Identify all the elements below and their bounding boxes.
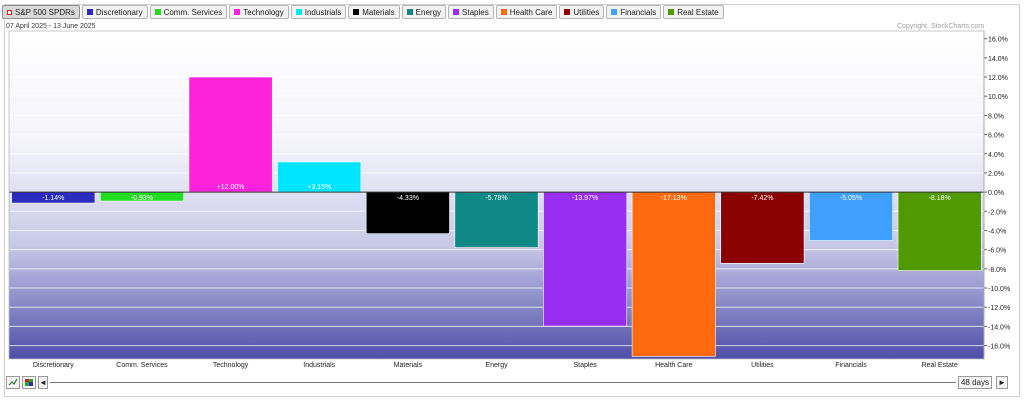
category-label: Utilities bbox=[751, 362, 774, 369]
y-tick-label: -16.0% bbox=[988, 344, 1010, 351]
y-tick-label: 12.0% bbox=[988, 75, 1008, 82]
bar-staples bbox=[543, 191, 628, 327]
scroll-right-button[interactable]: ► bbox=[996, 376, 1008, 389]
y-tick-label: -6.0% bbox=[988, 248, 1006, 255]
y-tick-label: -8.0% bbox=[988, 267, 1006, 274]
scroll-left-button[interactable]: ◄ bbox=[38, 376, 48, 389]
data-label: -4.33% bbox=[397, 195, 419, 202]
category-label: Technology bbox=[213, 362, 249, 369]
bar-technology bbox=[188, 76, 273, 193]
y-tick-label: 10.0% bbox=[988, 94, 1008, 101]
y-tick-label: 16.0% bbox=[988, 37, 1008, 44]
category-label: Industrials bbox=[303, 362, 335, 369]
category-label: Comm. Services bbox=[116, 362, 168, 369]
category-label: Discretionary bbox=[33, 362, 74, 369]
data-label: -0.93% bbox=[131, 195, 153, 202]
category-label: Staples bbox=[573, 362, 597, 369]
data-label: -5.05% bbox=[840, 195, 862, 202]
category-label: Energy bbox=[485, 362, 508, 369]
time-slider-track[interactable] bbox=[50, 382, 956, 383]
category-label: Financials bbox=[835, 362, 867, 369]
category-label: Health Care bbox=[655, 362, 692, 369]
period-length-field[interactable]: 48 days bbox=[958, 376, 992, 389]
data-label: -1.14% bbox=[42, 195, 64, 202]
bar-utilities bbox=[720, 191, 805, 264]
data-label: +3.15% bbox=[307, 184, 331, 191]
y-tick-label: 4.0% bbox=[988, 152, 1004, 159]
data-label: -17.13% bbox=[661, 195, 687, 202]
y-tick-label: 2.0% bbox=[988, 171, 1004, 178]
data-label: +12.00% bbox=[217, 184, 245, 191]
color-scheme-icon[interactable] bbox=[22, 376, 36, 389]
data-label: -13.97% bbox=[572, 195, 598, 202]
y-tick-label: -10.0% bbox=[988, 286, 1010, 293]
sector-performance-chart: 16.0% 14.0% 12.0% 10.0% 8.0% 6.0% 4.0% 2.0% 0.0%… bbox=[8, 30, 1010, 369]
data-label: -8.18% bbox=[929, 195, 951, 202]
y-tick-label: -4.0% bbox=[988, 228, 1006, 235]
y-tick-label: 0.0% bbox=[988, 190, 1004, 197]
bottom-toolbar: ◄ 48 days ► bbox=[6, 376, 1018, 390]
y-tick-label: 8.0% bbox=[988, 113, 1004, 120]
y-tick-label: -12.0% bbox=[988, 305, 1010, 312]
y-tick-label: -14.0% bbox=[988, 324, 1010, 331]
chart-style-icon[interactable] bbox=[6, 376, 20, 389]
y-tick-label: 14.0% bbox=[988, 56, 1008, 63]
category-label: Real Estate bbox=[922, 362, 958, 369]
bar-real-estate bbox=[897, 191, 982, 271]
category-label: Materials bbox=[394, 362, 423, 369]
y-tick-label: -2.0% bbox=[988, 209, 1006, 216]
bar-health-care bbox=[631, 191, 716, 357]
data-label: -5.78% bbox=[485, 195, 507, 202]
data-label: -7.42% bbox=[751, 195, 773, 202]
y-tick-label: 6.0% bbox=[988, 133, 1004, 140]
